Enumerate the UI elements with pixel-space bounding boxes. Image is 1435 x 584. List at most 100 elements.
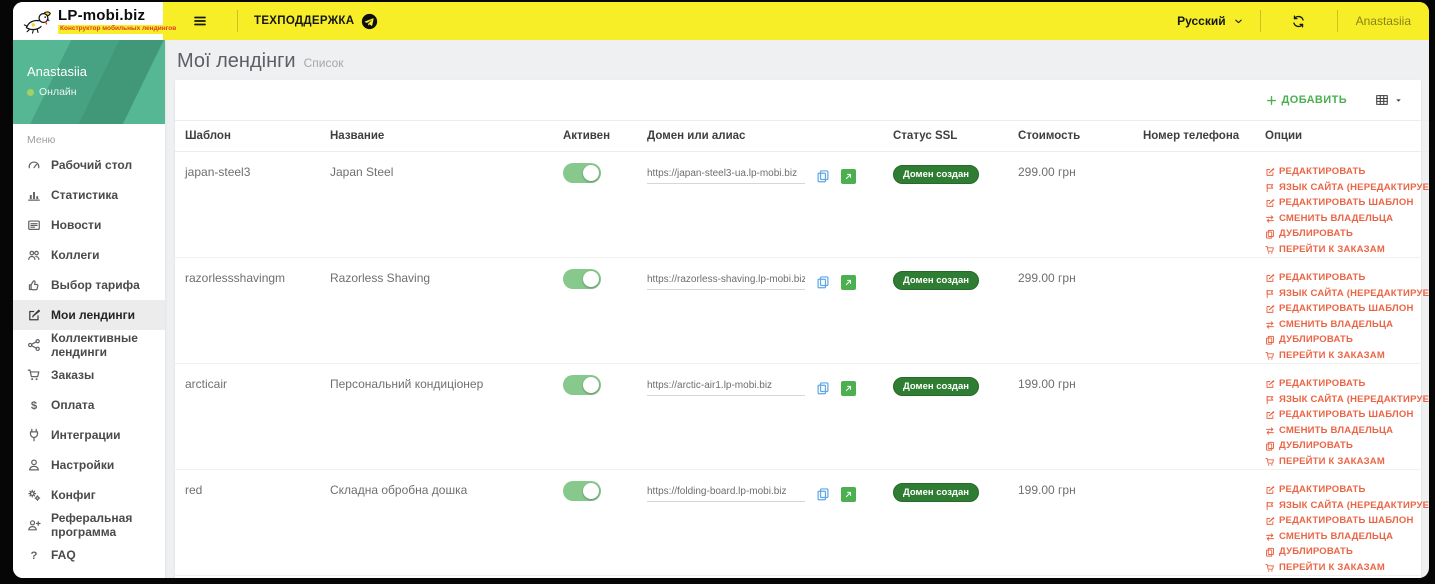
column-settings-button[interactable] (1375, 93, 1403, 107)
topbar: LP-mobi.biz Конструктор мобильных лендин… (13, 2, 1429, 40)
domain-input[interactable] (647, 168, 805, 184)
option-label: РЕДАКТИРОВАТЬ (1279, 484, 1366, 495)
option-label: СМЕНИТЬ ВЛАДЕЛЬЦА (1279, 212, 1394, 224)
sidebar-item[interactable]: Коллеги (13, 240, 165, 270)
refresh-icon (1291, 14, 1306, 29)
sidebar-item[interactable]: Выйти (13, 570, 165, 578)
refresh-button[interactable] (1261, 2, 1337, 40)
option-link[interactable]: ПЕРЕЙТИ К ЗАКАЗАМ (1265, 561, 1385, 576)
main-content: Мої лендінги Список ДОБАВИТЬ Шаблон Назв… (165, 40, 1429, 578)
copy-domain-icon[interactable] (816, 487, 830, 501)
cell-domain (647, 152, 893, 258)
option-link[interactable]: РЕДАКТИРОВАТЬ ШАБЛОН (1265, 514, 1414, 529)
cell-name: Japan Steel (330, 165, 394, 179)
option-link[interactable]: ЯЗЫК САЙТА (НЕРЕДАКТИРУЕМОЕ) (1265, 287, 1429, 302)
language-flag-icon (1265, 183, 1275, 193)
option-link[interactable]: РЕДАКТИРОВАТЬ (1265, 483, 1366, 498)
open-site-button[interactable] (841, 380, 856, 396)
sidebar-item[interactable]: Интеграции (13, 420, 165, 450)
option-link[interactable]: ДУБЛИРОВАТЬ (1265, 439, 1353, 454)
copy-domain-icon[interactable] (816, 381, 830, 395)
cell-price: 499.00 грн (1018, 576, 1143, 579)
sidebar-item[interactable]: Рабочий стол (13, 150, 165, 180)
cell-active (563, 258, 647, 364)
option-label: РЕДАКТИРОВАТЬ (1279, 378, 1366, 389)
sidebar-item[interactable]: Заказы (13, 360, 165, 390)
option-link[interactable]: РЕДАКТИРОВАТЬ (1265, 271, 1366, 286)
option-link[interactable]: РЕДАКТИРОВАТЬ ШАБЛОН (1265, 196, 1414, 211)
option-link[interactable]: СМЕНИТЬ ВЛАДЕЛЬЦА (1265, 424, 1393, 439)
option-link[interactable]: ПЕРЕЙТИ К ЗАКАЗАМ (1265, 243, 1385, 258)
option-link[interactable]: ПЕРЕЙТИ К ЗАКАЗАМ (1265, 455, 1385, 470)
option-label: РЕДАКТИРОВАТЬ ШАБЛОН (1279, 303, 1414, 314)
sidebar-item[interactable]: Выбор тарифа (13, 270, 165, 300)
copy-domain-icon[interactable] (816, 169, 830, 183)
active-toggle[interactable] (563, 481, 601, 501)
sidebar-item-label: Настройки (51, 458, 115, 472)
copy-domain-icon[interactable] (816, 275, 830, 289)
active-toggle[interactable] (563, 163, 601, 183)
cell-active (563, 576, 647, 579)
active-toggle[interactable] (563, 269, 601, 289)
support-button[interactable]: ТЕХПОДДЕРЖКА (238, 2, 394, 40)
option-link[interactable]: РЕДАКТИРОВАТЬ (1265, 377, 1366, 392)
logo[interactable]: LP-mobi.biz Конструктор мобильных лендин… (13, 2, 179, 40)
sidebar-item[interactable]: Мои лендинги (13, 300, 165, 330)
statistics-icon (27, 188, 41, 202)
exchange-icon (1265, 532, 1275, 542)
edit-icon (1265, 379, 1275, 389)
toggle-knob (583, 377, 599, 393)
sidebar-item[interactable]: Настройки (13, 450, 165, 480)
option-link[interactable]: РЕДАКТИРОВАТЬ ШАБЛОН (1265, 302, 1414, 317)
sidebar-toggle-button[interactable] (163, 2, 237, 40)
add-button[interactable]: ДОБАВИТЬ (1266, 94, 1348, 106)
settings-user-icon (27, 458, 41, 472)
sidebar-item-label: Выбор тарифа (51, 278, 140, 292)
option-link[interactable]: ДУБЛИРОВАТЬ (1265, 227, 1353, 242)
referral-user-plus-icon (27, 518, 41, 532)
option-link[interactable]: РЕДАКТИРОВАТЬ (1265, 165, 1366, 180)
online-status-dot (27, 88, 34, 96)
column-header: Стоимость (1018, 120, 1143, 152)
sidebar-item[interactable]: Статистика (13, 180, 165, 210)
option-link[interactable]: РЕДАКТИРОВАТЬ ШАБЛОН (1265, 408, 1414, 423)
cell-phone (1143, 364, 1265, 470)
external-link-icon (844, 278, 853, 287)
external-link-icon (844, 172, 853, 181)
domain-input[interactable] (647, 380, 805, 396)
option-link[interactable]: СМЕНИТЬ ВЛАДЕЛЬЦА (1265, 212, 1393, 227)
option-link[interactable]: ДУБЛИРОВАТЬ (1265, 545, 1353, 560)
open-site-button[interactable] (841, 486, 856, 502)
option-link[interactable]: СМЕНИТЬ ВЛАДЕЛЬЦА (1265, 318, 1393, 333)
option-link[interactable]: ЯЗЫК САЙТА (НЕРЕДАКТИРУЕМОЕ) (1265, 181, 1429, 196)
option-label: ПЕРЕЙТИ К ЗАКАЗАМ (1279, 561, 1385, 573)
option-link[interactable]: ПЕРЕЙТИ К ЗАКАЗАМ (1265, 349, 1385, 364)
edit-icon (1265, 410, 1275, 420)
table-header-row: Шаблон Название Активен Домен или алиас Стат… (175, 120, 1429, 152)
exchange-icon (1265, 320, 1275, 330)
sidebar-item[interactable]: Реферальная программа (13, 510, 165, 540)
open-site-button[interactable] (841, 274, 856, 290)
open-site-button[interactable] (841, 168, 856, 184)
option-link[interactable]: СМЕНИТЬ ВЛАДЕЛЬЦА (1265, 530, 1393, 545)
exchange-icon (1265, 426, 1275, 436)
language-dropdown[interactable]: Русский (1161, 2, 1260, 40)
sidebar-item[interactable]: Конфиг (13, 480, 165, 510)
cell-domain (647, 470, 893, 576)
cell-phone (1143, 152, 1265, 258)
user-menu[interactable]: Anastasiia (1338, 2, 1429, 40)
domain-input[interactable] (647, 486, 805, 502)
sidebar-item[interactable]: Коллективные лендинги (13, 330, 165, 360)
domain-input[interactable] (647, 274, 805, 290)
sidebar-menu: Рабочий стол Статистика Новости Коллеги … (13, 150, 165, 578)
option-link[interactable]: ЯЗЫК САЙТА (НЕРЕДАКТИРУЕМОЕ) (1265, 393, 1429, 408)
sidebar-item[interactable]: Новости (13, 210, 165, 240)
option-link[interactable]: ДУБЛИРОВАТЬ (1265, 333, 1353, 348)
ssl-status-badge: Домен создан (893, 165, 979, 184)
sidebar-item-label: Конфиг (51, 488, 96, 502)
active-toggle[interactable] (563, 375, 601, 395)
sidebar-item[interactable]: Оплата (13, 390, 165, 420)
sidebar-item[interactable]: FAQ (13, 540, 165, 570)
sidebar-item-label: Статистика (51, 188, 119, 202)
option-link[interactable]: ЯЗЫК САЙТА (НЕРЕДАКТИРУЕМОЕ) (1265, 499, 1429, 514)
